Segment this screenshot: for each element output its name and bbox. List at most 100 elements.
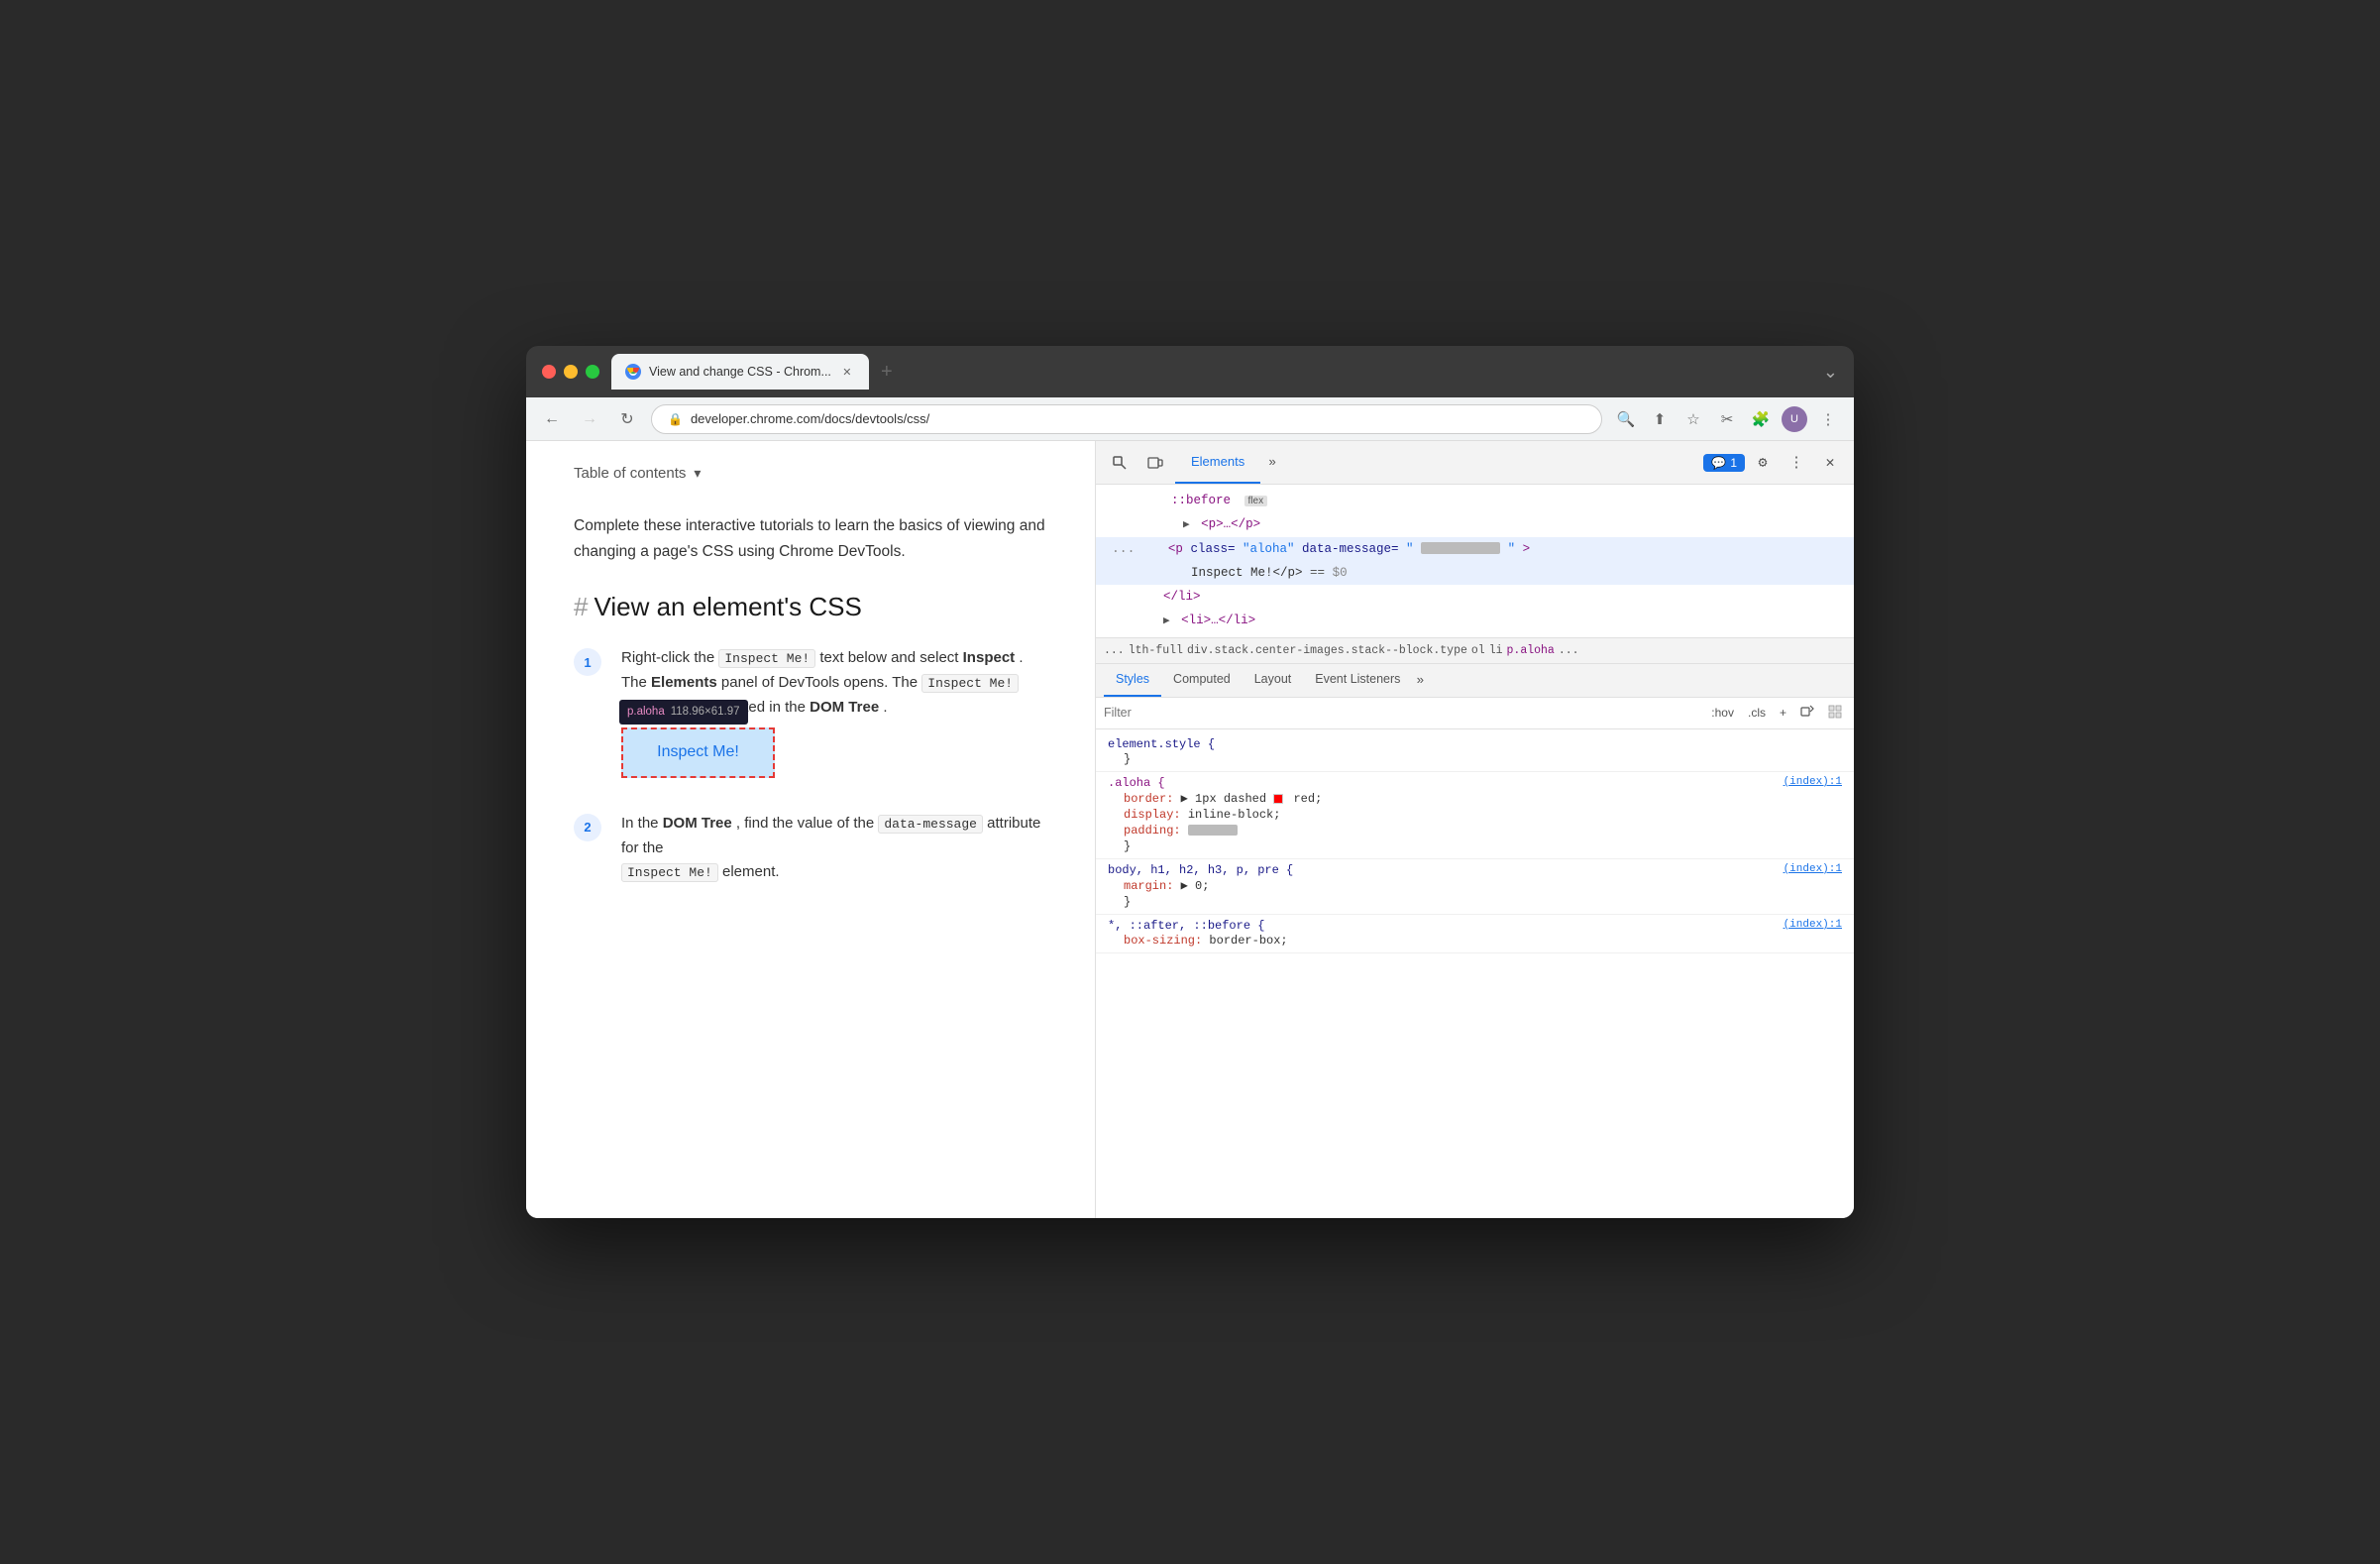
css-source-universal[interactable]: (index):1 xyxy=(1784,919,1842,931)
reload-button[interactable]: ↻ xyxy=(613,405,641,433)
css-element-selector: element.style { xyxy=(1108,737,1215,751)
bookmark-button[interactable]: ☆ xyxy=(1679,405,1707,433)
badge-count: 1 xyxy=(1730,456,1737,470)
address-bar: ← → ↻ 🔒 developer.chrome.com/docs/devtoo… xyxy=(526,397,1854,441)
more-tabs-button[interactable]: » xyxy=(1260,455,1284,470)
step1-bold3: DOM Tree xyxy=(810,699,879,716)
step2-text1: In the xyxy=(621,815,659,832)
window-menu[interactable]: ⌄ xyxy=(1823,362,1838,383)
bc-div-stack[interactable]: div.stack.center-images.stack--block.typ… xyxy=(1187,644,1467,657)
tab-close-button[interactable]: ✕ xyxy=(839,364,855,380)
css-border-line: border: ▶ 1px dashed red; xyxy=(1108,790,1842,807)
dom-expand-triangle: ▶ xyxy=(1183,519,1190,531)
new-rule-button[interactable] xyxy=(1796,703,1818,724)
forward-button[interactable]: → xyxy=(576,405,603,433)
dom-p-open: <p xyxy=(1168,542,1191,556)
css-brace-body-close: } xyxy=(1124,895,1131,909)
page-content: Table of contents ▾ Complete these inter… xyxy=(526,441,1096,1218)
section-heading-text: View an element's CSS xyxy=(594,592,861,622)
minimize-button[interactable] xyxy=(564,365,578,379)
add-style-button[interactable]: + xyxy=(1776,704,1790,722)
inspector-tool[interactable] xyxy=(1104,447,1136,479)
dom-line-li-close[interactable]: </li> xyxy=(1096,585,1854,609)
menu-button[interactable]: ⋮ xyxy=(1814,405,1842,433)
browser-tab[interactable]: View and change CSS - Chrom... ✕ xyxy=(611,354,869,390)
step1-label: Right-click the xyxy=(621,649,714,666)
filter-input[interactable] xyxy=(1104,706,1699,720)
dom-line-before[interactable]: ::before flex xyxy=(1096,489,1854,512)
step1-bold1: Inspect xyxy=(963,649,1016,666)
step1-inspect-code2: Inspect Me! xyxy=(921,674,1019,693)
dom-redacted-val xyxy=(1421,542,1500,554)
css-universal-selector-line: (index):1 *, ::after, ::before { xyxy=(1108,919,1842,933)
back-button[interactable]: ← xyxy=(538,405,566,433)
step-list: 1 Right-click the Inspect Me! text below… xyxy=(574,646,1047,885)
css-body-close: } xyxy=(1108,894,1842,910)
bc-li[interactable]: li xyxy=(1489,644,1503,657)
close-devtools-button[interactable]: ✕ xyxy=(1814,447,1846,479)
more-style-tabs[interactable]: » xyxy=(1416,673,1424,688)
css-rule-aloha: (index):1 .aloha { border: ▶ 1px dashed … xyxy=(1096,772,1854,859)
bc-ol[interactable]: ol xyxy=(1471,644,1485,657)
dom-inspect-text: Inspect Me!</p> xyxy=(1191,566,1303,580)
settings-button[interactable]: ⚙ xyxy=(1747,447,1779,479)
page-inner: Table of contents ▾ Complete these inter… xyxy=(526,441,1095,931)
css-margin-prop: margin: xyxy=(1124,879,1173,893)
inspect-me-button[interactable]: Inspect Me! xyxy=(621,727,775,777)
dom-li-tag: <li>…</li> xyxy=(1181,614,1255,627)
dom-li-expand: ▶ xyxy=(1163,615,1170,627)
bc-end-dots: ... xyxy=(1559,644,1579,657)
step2-code: data-message xyxy=(878,815,983,834)
bc-dots: ... xyxy=(1104,644,1125,657)
share-button[interactable]: ⬆ xyxy=(1646,405,1674,433)
css-source-body[interactable]: (index):1 xyxy=(1784,863,1842,875)
css-source-aloha[interactable]: (index):1 xyxy=(1784,776,1842,788)
extension-button[interactable]: 🧩 xyxy=(1747,405,1775,433)
bc-p-aloha[interactable]: p.aloha xyxy=(1507,644,1555,657)
dom-line-inspect-text[interactable]: Inspect Me!</p> == $0 xyxy=(1096,561,1854,585)
section-heading: # View an element's CSS xyxy=(574,592,1047,622)
step1-bold2: Elements xyxy=(651,674,717,691)
maximize-button[interactable] xyxy=(586,365,599,379)
dom-line-li[interactable]: ▶ <li>…</li> xyxy=(1096,609,1854,633)
css-color-swatch-red[interactable] xyxy=(1273,794,1283,804)
css-body-selector-line: (index):1 body, h1, h2, h3, p, pre { xyxy=(1108,863,1842,877)
computed-tab[interactable]: Computed xyxy=(1161,664,1243,697)
dom-p-tag: <p>…</p> xyxy=(1201,517,1260,531)
inspect-me-wrapper: p.aloha 118.96×61.97 Inspect Me! xyxy=(621,727,1047,777)
bc-lth-full[interactable]: lth-full xyxy=(1129,644,1183,657)
dom-li-close: </li> xyxy=(1163,590,1201,604)
css-border-prop: border: xyxy=(1124,792,1173,806)
cls-button[interactable]: .cls xyxy=(1744,704,1770,722)
step2-text2: , find the value of the xyxy=(736,815,874,832)
hov-button[interactable]: :hov xyxy=(1707,704,1738,722)
css-padding-prop: padding: xyxy=(1124,824,1181,838)
notification-icon: 💬 xyxy=(1711,456,1726,470)
toc-dropdown-icon[interactable]: ▾ xyxy=(694,465,701,482)
more-options-button[interactable]: ⋮ xyxy=(1781,447,1812,479)
devtools-panel: Elements » 💬 1 ⚙ ⋮ ✕ ::be xyxy=(1096,441,1854,1218)
styles-tab[interactable]: Styles xyxy=(1104,664,1161,697)
cut-icon[interactable]: ✂ xyxy=(1713,405,1741,433)
url-bar[interactable]: 🔒 developer.chrome.com/docs/devtools/css… xyxy=(651,404,1602,434)
layout-tab[interactable]: Layout xyxy=(1243,664,1304,697)
new-tab-button[interactable]: + xyxy=(873,358,901,386)
chrome-favicon xyxy=(625,364,641,380)
avatar: U xyxy=(1782,406,1807,432)
tab-title: View and change CSS - Chrom... xyxy=(649,365,831,379)
profile-button[interactable]: U xyxy=(1781,405,1808,433)
elements-tab[interactable]: Elements xyxy=(1175,441,1260,484)
css-display-line: display: inline-block; xyxy=(1108,807,1842,823)
device-toolbar[interactable] xyxy=(1139,447,1171,479)
css-margin-value: ▶ 0; xyxy=(1181,879,1210,893)
color-palette-button[interactable] xyxy=(1824,703,1846,724)
close-button[interactable] xyxy=(542,365,556,379)
dom-line-selected[interactable]: ... <p class= "aloha" data-message= " " … xyxy=(1096,537,1854,562)
dom-line-p[interactable]: ▶ <p>…</p> xyxy=(1096,512,1854,537)
css-display-prop: display: xyxy=(1124,808,1181,822)
lock-icon: 🔒 xyxy=(668,412,683,426)
notifications-badge[interactable]: 💬 1 xyxy=(1703,454,1745,472)
zoom-button[interactable]: 🔍 xyxy=(1612,405,1640,433)
css-boxsizing-prop: box-sizing: xyxy=(1124,934,1202,948)
event-listeners-tab[interactable]: Event Listeners xyxy=(1303,664,1412,697)
